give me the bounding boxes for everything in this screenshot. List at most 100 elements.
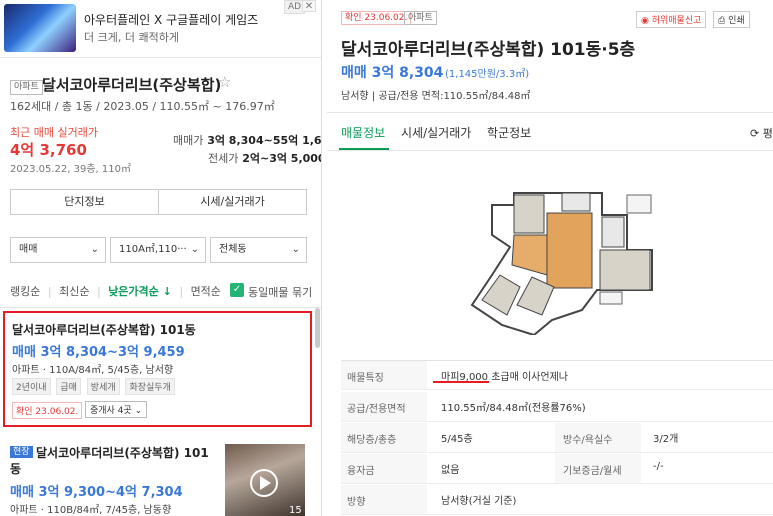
listing-card[interactable]: 달서코아루더리브(주상복합) 101동 매매 3억 8,304~3억 9,459… [3, 311, 312, 427]
star-icon[interactable]: ☆ [218, 73, 231, 91]
listing-tags: 2년이내 급매 방세개 화장실두개 [12, 378, 177, 395]
deal-type-value: 매매 [19, 244, 38, 255]
divider [327, 112, 773, 113]
listing-tag: 화장실두개 [125, 378, 175, 395]
row-value: 남서향(거실 기준) [441, 496, 517, 507]
print-label: 인쇄 [728, 16, 745, 26]
jeonse-price-range: 전세가 2억~3억 5,000 [208, 150, 322, 166]
listing-name[interactable]: 달서코아루더리브(주상복합) 101 [36, 444, 209, 461]
row-value: 없음 [441, 465, 460, 476]
sort-ranking[interactable]: 랭킹순 [10, 285, 40, 298]
dong-select[interactable]: 전체동 ⌄ [210, 237, 307, 263]
row-value: 3/2개 [653, 434, 679, 445]
divider: | [179, 285, 184, 298]
scrollbar-thumb[interactable] [315, 308, 320, 348]
detail-row: 방향 남서향(거실 기준) [341, 485, 773, 515]
recent-trade-label: 최근 매매 실거래가 [10, 126, 98, 139]
row-key: 매물특징 [347, 373, 384, 384]
recent-trade-date: 2023.05.22, 39층, 110㎡ [10, 164, 131, 175]
area-value: 110A㎡,110··· [119, 244, 187, 255]
sort-latest[interactable]: 최신순 [59, 285, 89, 298]
chevron-down-icon: ⌄ [190, 244, 199, 255]
complex-name: 달서코아루더리브(주상복합) [42, 76, 222, 94]
row-key: 해당층/총층 [347, 435, 397, 446]
listing-spec: 아파트 · 110A/84㎡, 5/45층, 남서향 [12, 365, 174, 376]
ad-banner[interactable]: 아우터플레인 X 구글플레이 게임즈 더 크게, 더 쾌적하게 AD ✕ [0, 0, 321, 58]
row-key: 공급/전용면적 [347, 404, 406, 415]
onsite-tag: 현장 [10, 446, 33, 458]
detail-row: 해당층/총층 5/45층 방수/욕실수 3/2개 [341, 423, 773, 453]
complex-info-button[interactable]: 단지정보 [10, 189, 159, 215]
tab-price-history[interactable]: 시세/실거래가 [401, 124, 471, 141]
deal-type-select[interactable]: 매매 ⌄ [10, 237, 106, 263]
row-key: 방수/욕실수 [563, 435, 613, 446]
detail-info: 남서향 | 공급/전용 면적:110.55㎡/84.48㎡ [341, 91, 531, 102]
listing-tag: 2년이내 [12, 378, 51, 395]
row-value: 110.55㎡/84.48㎡(전용률76%) [441, 403, 586, 414]
chevron-down-icon: ⌄ [90, 244, 99, 255]
divider: | [47, 285, 52, 298]
property-type-tag: 아파트 [404, 11, 437, 25]
row-value: -/- [653, 461, 664, 472]
sale-price-value: 3억 8,304~55억 1,636 [207, 134, 322, 147]
tab-school-info[interactable]: 학군정보 [487, 124, 531, 141]
sale-price-range: 매매가 3억 8,304~55억 1,636 [173, 132, 322, 148]
detail-price: 매매 3억 8,304 [341, 65, 444, 81]
ad-image[interactable] [4, 4, 76, 52]
recent-trade-price: 4억 3,760 [10, 141, 87, 159]
detail-row: 매물특징 마피9,000 초급매 이사언제나 [341, 360, 773, 390]
photo-count: 15 [289, 505, 302, 516]
listing-price: 매매 3억 8,304~3억 9,459 [12, 345, 185, 360]
row-value: 5/45층 [441, 434, 473, 445]
detail-panel: 확인 23.06.02. 아파트 ◉ 허위매물신고 ⎙ 인쇄 달서코아루더리브(… [327, 0, 773, 516]
print-button[interactable]: ⎙ 인쇄 [713, 11, 750, 28]
divider [327, 150, 773, 151]
report-fake-button[interactable]: ◉ 허위매물신고 [636, 11, 707, 28]
listing-panel: 아우터플레인 X 구글플레이 게임즈 더 크게, 더 쾌적하게 AD ✕ 아파트… [0, 0, 322, 516]
dong-value: 전체동 [219, 244, 247, 255]
print-icon: ⎙ [718, 16, 729, 26]
siren-icon: ◉ [641, 16, 652, 26]
listing-card[interactable]: 현장 달서코아루더리브(주상복합) 101 동 매매 3억 9,300~4억 7… [0, 436, 320, 516]
sort-low-price[interactable]: 낮은가격순 ↓ [108, 285, 172, 298]
area-select[interactable]: 110A㎡,110··· ⌄ [110, 237, 206, 263]
detail-title: 달서코아루더리브(주상복합) 101동·5층 [341, 40, 636, 60]
listing-spec: 아파트 · 110B/84㎡, 7/45층, 남동향 [10, 505, 172, 516]
ad-subtitle: 더 크게, 더 쾌적하게 [84, 31, 179, 44]
detail-row: 융자금 없음 기보증금/월세 -/- [341, 454, 773, 484]
chevron-down-icon: ⌄ [291, 244, 300, 255]
same-listing-label[interactable]: 동일매물 묶기 [248, 284, 312, 300]
agents-dropdown[interactable]: 중개사 4곳 ⌄ [85, 401, 148, 418]
listing-price: 매매 3억 9,300~4억 7,304 [10, 485, 183, 500]
complex-type-tag: 아파트 [10, 80, 43, 95]
confirm-date-badge: 확인 23.06.02. [341, 11, 412, 25]
listing-tag: 방세개 [86, 378, 120, 395]
divider: | [96, 285, 101, 298]
refresh-button[interactable]: ⟳ 평 [750, 125, 773, 141]
row-key: 융자금 [347, 466, 375, 477]
tab-listing-info[interactable]: 매물정보 [341, 124, 385, 141]
listing-tag: 급매 [56, 378, 81, 395]
play-triangle [260, 476, 271, 490]
sort-options: 랭킹순 | 최신순 | 낮은가격순 ↓ | 면적순 [10, 283, 225, 299]
sort-area[interactable]: 면적순 [191, 285, 221, 298]
detail-row: 공급/전용면적 110.55㎡/84.48㎡(전용률76%) [341, 392, 773, 422]
row-key: 방향 [347, 497, 366, 508]
floor-plan-image[interactable] [452, 175, 677, 335]
jeonse-price-label: 전세가 [208, 152, 239, 165]
divider [0, 307, 321, 308]
confirm-date-badge: 확인 23.06.02. [12, 402, 83, 419]
listing-name-cont[interactable]: 동 [10, 460, 21, 477]
close-icon[interactable]: ✕ [302, 0, 316, 12]
row-key: 기보증금/월세 [563, 466, 622, 477]
price-history-button[interactable]: 시세/실거래가 [158, 189, 307, 215]
jeonse-price-value: 2억~3억 5,000 [242, 152, 322, 165]
report-label: 허위매물신고 [651, 16, 702, 26]
same-listing-checkbox[interactable]: ✓ [230, 283, 244, 297]
sale-price-label: 매매가 [173, 134, 204, 147]
listing-name[interactable]: 달서코아루더리브(주상복합) 101동 [12, 321, 196, 338]
highlight-underline [433, 381, 489, 383]
ad-title[interactable]: 아우터플레인 X 구글플레이 게임즈 [84, 11, 258, 28]
detail-price-per-area: (1,145만원/3.3㎡) [445, 69, 530, 80]
complex-info: 162세대 / 총 1동 / 2023.05 / 110.55㎡ ~ 176.9… [10, 100, 275, 113]
